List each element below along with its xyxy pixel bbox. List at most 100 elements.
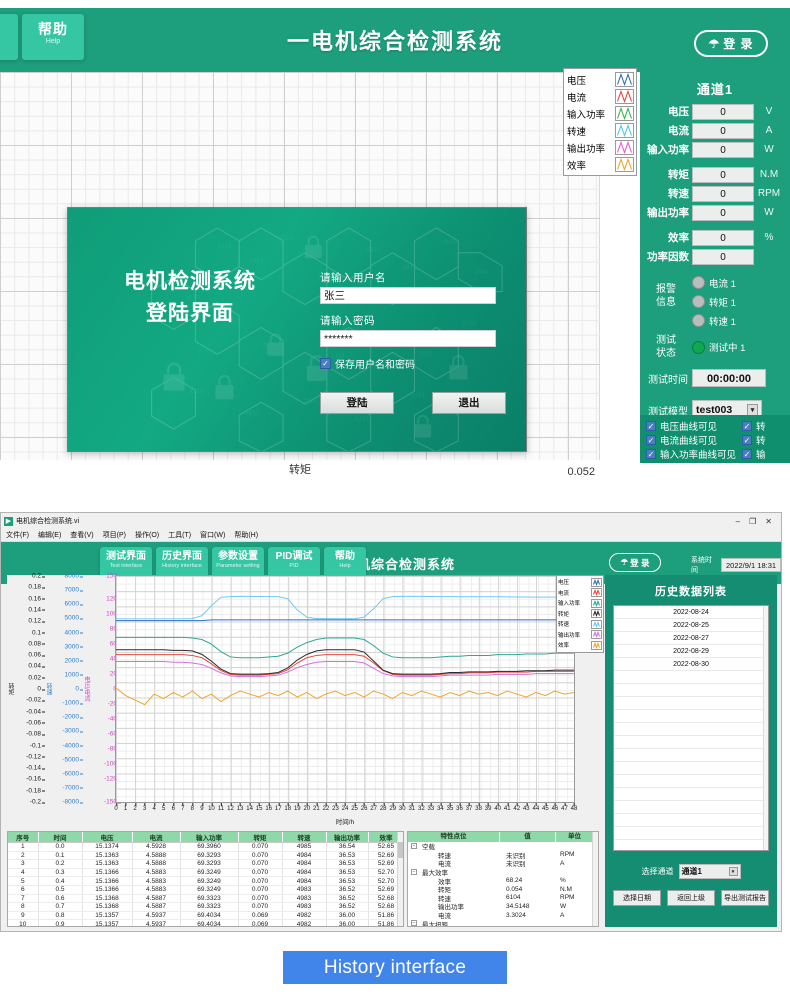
- history-legend-swatch[interactable]: [591, 599, 602, 608]
- lower-login-button[interactable]: ☂ 登 录: [609, 553, 661, 572]
- history-date-item[interactable]: 2022-08-27: [614, 632, 768, 645]
- legend-color-swatch[interactable]: [615, 140, 634, 155]
- column-header[interactable]: 序号: [8, 832, 38, 843]
- legend-color-swatch[interactable]: [615, 157, 634, 172]
- minimize-button[interactable]: –: [736, 517, 740, 526]
- history-legend-swatch[interactable]: [591, 641, 602, 650]
- nav-tab-help[interactable]: 帮助 Help: [22, 14, 84, 60]
- table-cell: 36.52: [326, 903, 368, 912]
- history-date-item[interactable]: 2022-08-25: [614, 619, 768, 632]
- tab-test-interface-label: 测试界面: [100, 547, 152, 563]
- history-date-list[interactable]: 2022-08-242022-08-252022-08-272022-08-29…: [613, 605, 769, 851]
- feature-scrollbar[interactable]: [592, 832, 598, 927]
- chart-plot-area[interactable]: [115, 575, 575, 803]
- exit-button[interactable]: 退出: [432, 392, 506, 414]
- history-date-item[interactable]: 2022-08-29: [614, 645, 768, 658]
- table-scrollbar[interactable]: [397, 832, 403, 927]
- menu-item-7[interactable]: 帮助(H): [234, 530, 258, 540]
- maximize-button[interactable]: ❐: [749, 517, 756, 526]
- column-header[interactable]: 输入功率: [180, 832, 238, 843]
- history-legend-item-6[interactable]: 效率: [557, 640, 603, 651]
- table-row[interactable]: 20.115.13634.588869.32930.070498436.5352…: [8, 851, 404, 860]
- column-header[interactable]: 转矩: [238, 832, 282, 843]
- history-legend-swatch[interactable]: [591, 578, 602, 587]
- feature-points-panel[interactable]: 特性点位 值 单位 −空载转速未识别RPM电流未识别A−最大效率效率68.24%…: [407, 831, 599, 927]
- history-legend-swatch[interactable]: [591, 630, 602, 639]
- legend-item-1[interactable]: 电流: [565, 88, 635, 105]
- history-legend-item-0[interactable]: 电压: [557, 577, 603, 588]
- login-button[interactable]: ☂ 登 录: [694, 30, 768, 57]
- curve-visibility-checkbox-5[interactable]: ✓输: [742, 447, 766, 461]
- history-legend-swatch[interactable]: [591, 620, 602, 629]
- select-date-button[interactable]: 选择日期: [613, 890, 661, 906]
- channel-select-row[interactable]: 选择通道 通道1 ▾: [605, 864, 777, 879]
- legend-color-swatch[interactable]: [615, 72, 634, 87]
- menu-item-1[interactable]: 编辑(E): [38, 530, 61, 540]
- menu-item-5[interactable]: 工具(T): [168, 530, 191, 540]
- y-tick-label: -0.14: [26, 765, 41, 772]
- legend-color-swatch[interactable]: [615, 106, 634, 121]
- chevron-down-icon[interactable]: ▾: [729, 867, 738, 876]
- history-legend-item-4[interactable]: 转速: [557, 619, 603, 630]
- history-legend-item-1[interactable]: 电流: [557, 588, 603, 599]
- password-input[interactable]: *******: [320, 330, 496, 347]
- expander-icon[interactable]: −: [411, 869, 417, 875]
- channel-select-dropdown[interactable]: 通道1 ▾: [679, 864, 741, 879]
- menu-item-0[interactable]: 文件(F): [6, 530, 29, 540]
- history-legend-item-3[interactable]: 转矩: [557, 609, 603, 620]
- curve-visibility-checkbox-4[interactable]: ✓转: [742, 433, 766, 447]
- nav-tab-pid[interactable]: 试: [0, 14, 18, 60]
- table-row[interactable]: 50.415.13664.588369.32490.070498436.5352…: [8, 877, 404, 886]
- column-header[interactable]: 时间: [38, 832, 82, 843]
- table-row[interactable]: 80.715.13684.588769.33230.070498336.5252…: [8, 903, 404, 912]
- curve-visibility-checkbox-2[interactable]: ✓输入功率曲线可见: [646, 447, 736, 461]
- history-legend-item-2[interactable]: 输入功率: [557, 598, 603, 609]
- history-legend-label: 效率: [558, 641, 591, 649]
- username-input[interactable]: 张三: [320, 287, 496, 304]
- svg-text:0110: 0110: [355, 416, 370, 423]
- curve-visibility-checkbox-3[interactable]: ✓转: [742, 419, 766, 433]
- table-cell: 69.3323: [180, 903, 238, 912]
- expander-icon[interactable]: −: [411, 843, 417, 849]
- history-date-item[interactable]: 2022-08-24: [614, 606, 768, 619]
- legend-item-4[interactable]: 输出功率: [565, 139, 635, 156]
- legend-item-0[interactable]: 电压: [565, 71, 635, 88]
- history-legend-swatch[interactable]: [591, 588, 602, 597]
- column-header[interactable]: 电压: [82, 832, 132, 843]
- curve-visibility-checkbox-0[interactable]: ✓电压曲线可见: [646, 419, 736, 433]
- history-list-scrollbar[interactable]: [763, 606, 768, 850]
- table-row[interactable]: 60.515.13664.588369.32490.070498336.5252…: [8, 885, 404, 894]
- legend-color-swatch[interactable]: [615, 123, 634, 138]
- curve-visibility-checkbox-1[interactable]: ✓电流曲线可见: [646, 433, 736, 447]
- menu-item-4[interactable]: 操作(O): [135, 530, 159, 540]
- table-row[interactable]: 30.215.13634.588869.32930.070498436.5352…: [8, 860, 404, 869]
- legend-item-3[interactable]: 转速: [565, 122, 635, 139]
- column-header[interactable]: 输出功率: [326, 832, 368, 843]
- legend-color-swatch[interactable]: [615, 89, 634, 104]
- expander-icon[interactable]: −: [411, 920, 417, 926]
- table-row[interactable]: 70.615.13684.588769.33230.070498336.5252…: [8, 894, 404, 903]
- column-header[interactable]: 电流: [132, 832, 180, 843]
- history-legend-item-5[interactable]: 输出功率: [557, 630, 603, 641]
- page-title: 一电机综合检测系统: [0, 8, 790, 72]
- close-button[interactable]: ✕: [765, 517, 772, 526]
- feature-child-unit: W: [556, 903, 594, 910]
- column-header[interactable]: 转速: [282, 832, 326, 843]
- history-legend-swatch[interactable]: [591, 609, 602, 618]
- export-report-button[interactable]: 导出测试报告: [721, 890, 769, 906]
- go-back-button[interactable]: 返回上级: [667, 890, 715, 906]
- submit-login-button[interactable]: 登陆: [320, 392, 394, 414]
- table-row[interactable]: 100.915.13574.593769.40340.069498236.005…: [8, 920, 404, 927]
- legend-item-2[interactable]: 输入功率: [565, 105, 635, 122]
- history-date-item[interactable]: 2022-08-30: [614, 658, 768, 671]
- menu-item-2[interactable]: 查看(V): [70, 530, 93, 540]
- table-row[interactable]: 90.815.13574.593769.40340.069498236.0051…: [8, 911, 404, 920]
- table-row[interactable]: 40.315.13664.588369.32490.070498436.5352…: [8, 868, 404, 877]
- table-row[interactable]: 10.015.13744.592869.39600.070498536.5452…: [8, 843, 404, 852]
- legend-item-5[interactable]: 效率: [565, 156, 635, 173]
- menu-item-6[interactable]: 窗口(W): [200, 530, 225, 540]
- feature-group-row[interactable]: −最大扭矩: [408, 919, 598, 927]
- history-data-table[interactable]: 序号时间电压电流输入功率转矩转速输出功率效率 10.015.13744.5928…: [7, 831, 404, 927]
- menu-item-3[interactable]: 项目(P): [103, 530, 126, 540]
- remember-credentials-checkbox[interactable]: ✓ 保存用户名和密码: [320, 356, 500, 371]
